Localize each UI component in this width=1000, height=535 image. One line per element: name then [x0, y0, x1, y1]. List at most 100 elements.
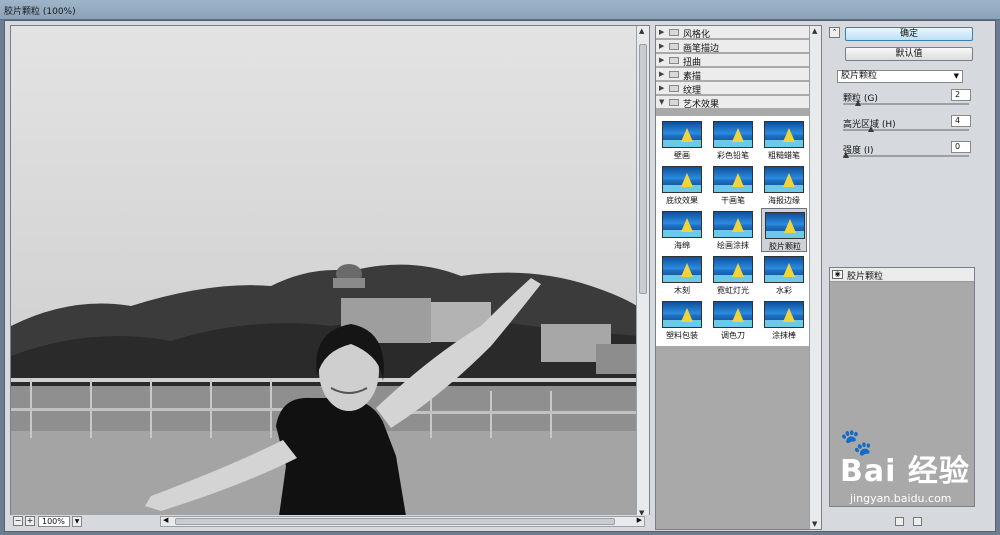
category-stylize[interactable]: ▶ 风格化 — [656, 26, 810, 40]
effect-thumbnail[interactable]: 水彩 — [761, 253, 807, 297]
preview-vertical-scrollbar[interactable]: ▲ ▼ — [636, 26, 649, 516]
effect-preview-image — [764, 301, 804, 328]
effect-thumbnails: 壁画 彩色铅笔 粗糙蜡笔底纹效果 干画笔 海报边缘海绵 绘画涂抹 胶片颗粒木刻 霓虹灯光 水彩塑… — [656, 116, 810, 346]
effect-label: 粗糙蜡笔 — [768, 151, 800, 160]
slider-knob[interactable] — [855, 100, 862, 106]
slider-track[interactable] — [843, 103, 969, 105]
expand-arrow-icon[interactable]: ▶ — [659, 84, 664, 92]
effect-label: 底纹效果 — [666, 196, 698, 205]
zoom-out-button[interactable]: − — [13, 516, 23, 526]
effect-thumbnail[interactable]: 海绵 — [659, 208, 705, 252]
effect-preview-image — [765, 212, 805, 239]
default-button[interactable]: 默认值 — [845, 47, 973, 61]
effect-preview-image — [662, 121, 702, 148]
scroll-down-icon[interactable]: ▼ — [812, 520, 817, 528]
effect-thumbnail[interactable]: 胶片颗粒 — [761, 208, 807, 252]
gallery-scrollbar[interactable]: ▲ ▼ — [809, 26, 821, 529]
scroll-up-icon[interactable]: ▲ — [639, 27, 644, 35]
effect-label: 彩色铅笔 — [717, 151, 749, 160]
effect-preview-image — [713, 301, 753, 328]
preview-status-bar: − + 100% ▼ ◀ ▶ — [10, 515, 650, 529]
effect-label: 木刻 — [674, 286, 690, 295]
scroll-left-icon[interactable]: ◀ — [163, 516, 168, 524]
scroll-thumb[interactable] — [639, 44, 647, 294]
param-grain: 颗粒 (G) 2 — [843, 89, 973, 111]
dropdown-arrow-icon: ▼ — [953, 72, 959, 80]
zoom-dropdown-icon[interactable]: ▼ — [72, 516, 82, 527]
effect-thumbnail[interactable]: 壁画 — [659, 118, 705, 162]
folder-icon — [669, 43, 679, 50]
zoom-in-button[interactable]: + — [25, 516, 35, 526]
effect-preview-image — [764, 256, 804, 283]
effect-preview-image — [662, 211, 702, 238]
effect-label: 干画笔 — [721, 196, 745, 205]
effect-layer[interactable]: ◉ 胶片颗粒 — [830, 268, 974, 282]
effect-thumbnail[interactable]: 彩色铅笔 — [710, 118, 756, 162]
effect-label: 水彩 — [776, 286, 792, 295]
effect-thumbnail[interactable]: 调色刀 — [710, 298, 756, 342]
effect-preview-image — [764, 121, 804, 148]
effect-preview-image — [713, 211, 753, 238]
baidu-watermark: 🐾 Bai 经验 jingyan.baidu.com — [840, 428, 990, 510]
folder-open-icon — [669, 99, 679, 106]
filter-gallery-panel: ▶ 风格化 ▶ 画笔描边 ▶ 扭曲 ▶ 素描 ▶ 纹理 ▼ 艺术效果 壁画 彩色… — [655, 25, 822, 530]
param-value-field[interactable]: 2 — [951, 89, 971, 101]
effect-thumbnail[interactable]: 塑料包装 — [659, 298, 705, 342]
expand-arrow-icon[interactable]: ▶ — [659, 56, 664, 64]
slider-track[interactable] — [843, 155, 969, 157]
expand-arrow-icon[interactable]: ▶ — [659, 42, 664, 50]
preview-horizontal-scrollbar[interactable]: ◀ ▶ — [160, 516, 645, 527]
ok-button[interactable]: 确定 — [845, 27, 973, 41]
effect-preview-image — [713, 256, 753, 283]
effect-preview-image — [662, 166, 702, 193]
effect-label: 涂抹棒 — [772, 331, 796, 340]
effect-thumbnail[interactable]: 涂抹棒 — [761, 298, 807, 342]
category-distort[interactable]: ▶ 扭曲 — [656, 54, 810, 68]
effect-thumbnail[interactable]: 霓虹灯光 — [710, 253, 756, 297]
effect-preview-image — [662, 256, 702, 283]
slider-knob[interactable] — [843, 152, 849, 158]
category-artistic[interactable]: ▼ 艺术效果 — [656, 96, 810, 110]
expand-arrow-icon[interactable]: ▶ — [659, 70, 664, 78]
effect-label: 绘画涂抹 — [717, 241, 749, 250]
title-bar: 胶片颗粒 (100%) — [0, 0, 1000, 20]
category-brush-strokes[interactable]: ▶ 画笔描边 — [656, 40, 810, 54]
folder-icon — [669, 29, 679, 36]
effect-thumbnail[interactable]: 粗糙蜡笔 — [761, 118, 807, 162]
effect-label: 壁画 — [674, 151, 690, 160]
collapse-arrow-icon[interactable]: ▼ — [659, 98, 664, 106]
preview-panel[interactable]: ▲ ▼ — [10, 25, 650, 517]
effect-label: 海绵 — [674, 241, 690, 250]
watermark-brand: Bai 经验 — [840, 454, 970, 489]
effect-preview-image — [662, 301, 702, 328]
param-value-field[interactable]: 0 — [951, 141, 971, 153]
param-value-field[interactable]: 4 — [951, 115, 971, 127]
effect-thumbnail[interactable]: 底纹效果 — [659, 163, 705, 207]
effect-preview-image — [764, 166, 804, 193]
scroll-up-icon[interactable]: ▲ — [812, 27, 817, 35]
effect-thumbnail[interactable]: 木刻 — [659, 253, 705, 297]
scroll-thumb[interactable] — [175, 518, 615, 525]
scroll-right-icon[interactable]: ▶ — [637, 516, 642, 524]
effect-preview-image — [713, 166, 753, 193]
filter-select[interactable]: 胶片颗粒 ▼ — [837, 70, 963, 83]
new-layer-icon[interactable] — [895, 517, 904, 526]
slider-knob[interactable] — [867, 126, 874, 132]
category-texture[interactable]: ▶ 纹理 — [656, 82, 810, 96]
visibility-eye-icon[interactable]: ◉ — [832, 270, 843, 279]
filter-select-value: 胶片颗粒 — [841, 71, 878, 81]
param-highlight-area: 高光区域 (H) 4 — [843, 115, 973, 137]
effect-label: 调色刀 — [721, 331, 745, 340]
effect-label: 塑料包装 — [666, 331, 698, 340]
delete-layer-icon[interactable] — [912, 517, 922, 526]
effect-thumbnail[interactable]: 干画笔 — [710, 163, 756, 207]
effect-thumbnail[interactable]: 海报边缘 — [761, 163, 807, 207]
expand-arrow-icon[interactable]: ▶ — [659, 28, 664, 36]
zoom-level-field[interactable]: 100% — [38, 516, 70, 527]
slider-track[interactable] — [843, 129, 969, 131]
collapse-gallery-icon[interactable]: ⌃ — [829, 27, 840, 38]
category-sketch[interactable]: ▶ 素描 — [656, 68, 810, 82]
effect-label: 胶片颗粒 — [769, 242, 801, 251]
preview-image — [11, 26, 637, 516]
effect-thumbnail[interactable]: 绘画涂抹 — [710, 208, 756, 252]
